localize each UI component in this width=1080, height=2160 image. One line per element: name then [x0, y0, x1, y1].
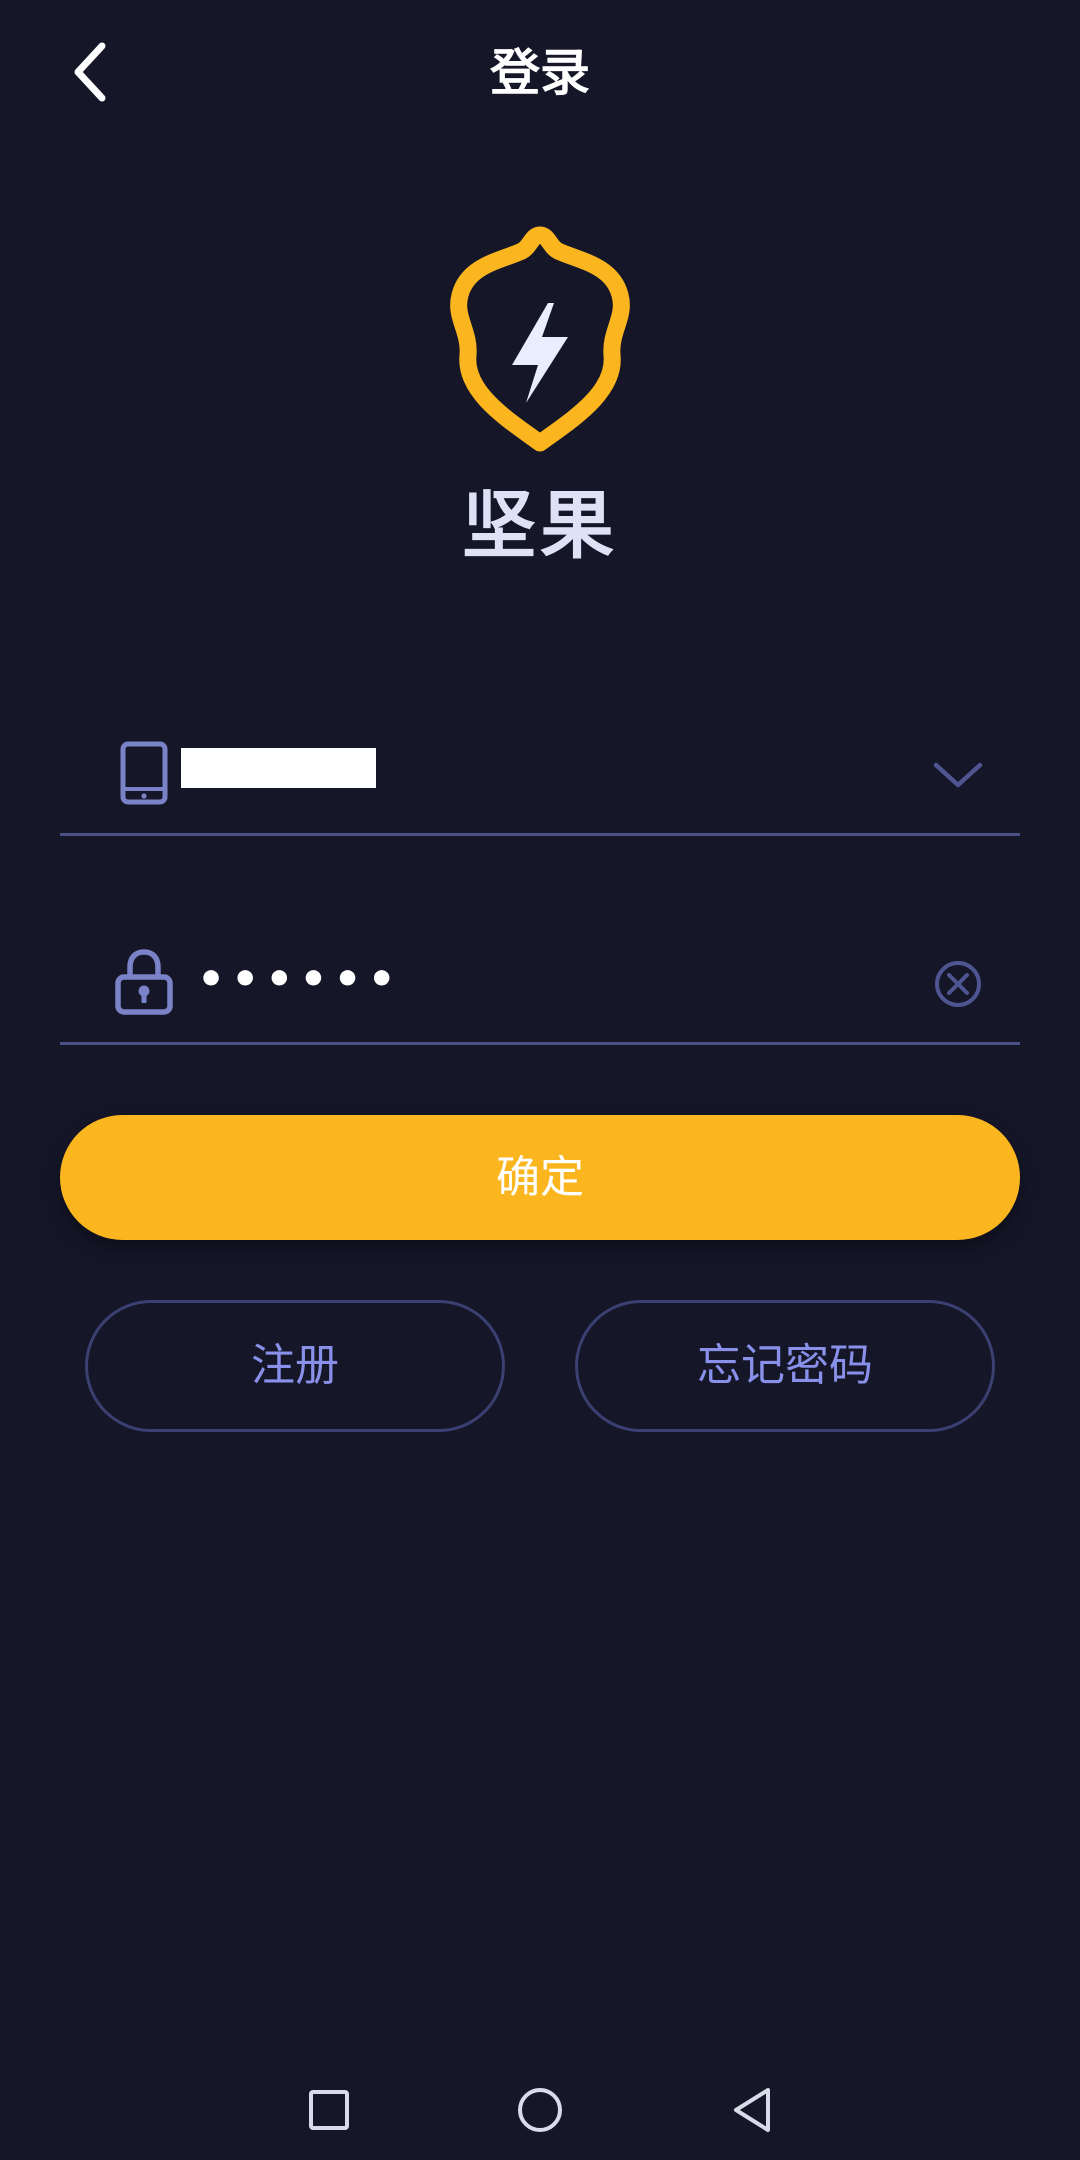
confirm-button[interactable]: 确定	[60, 1115, 1020, 1240]
recent-apps-button[interactable]	[297, 2078, 361, 2142]
square-icon	[309, 2090, 349, 2130]
register-button[interactable]: 注册	[85, 1300, 505, 1432]
phone-icon	[108, 737, 180, 809]
account-dropdown-button[interactable]	[926, 743, 990, 807]
shield-lightning-icon	[450, 226, 630, 452]
system-nav-bar	[0, 2060, 1080, 2160]
system-back-button[interactable]	[720, 2078, 784, 2142]
password-input[interactable]: ••••••	[197, 950, 402, 1010]
password-field[interactable]: ••••••	[60, 922, 1020, 1045]
clear-circle-icon	[935, 961, 981, 1007]
app-name: 坚果	[462, 483, 618, 569]
login-screen: 登录 坚果 •••••• 确定 注册 忘记密码	[0, 0, 1080, 2160]
header: 登录	[0, 0, 1080, 150]
circle-icon	[518, 2088, 562, 2132]
home-button[interactable]	[508, 2078, 572, 2142]
page-title: 登录	[490, 44, 590, 102]
phone-field[interactable]	[60, 713, 1020, 836]
triangle-back-icon	[734, 2088, 770, 2132]
app-logo	[440, 225, 640, 465]
chevron-down-icon	[933, 762, 983, 788]
phone-input[interactable]	[181, 748, 376, 788]
forgot-password-button[interactable]: 忘记密码	[575, 1300, 995, 1432]
clear-password-button[interactable]	[926, 952, 990, 1016]
lock-icon	[108, 946, 180, 1018]
